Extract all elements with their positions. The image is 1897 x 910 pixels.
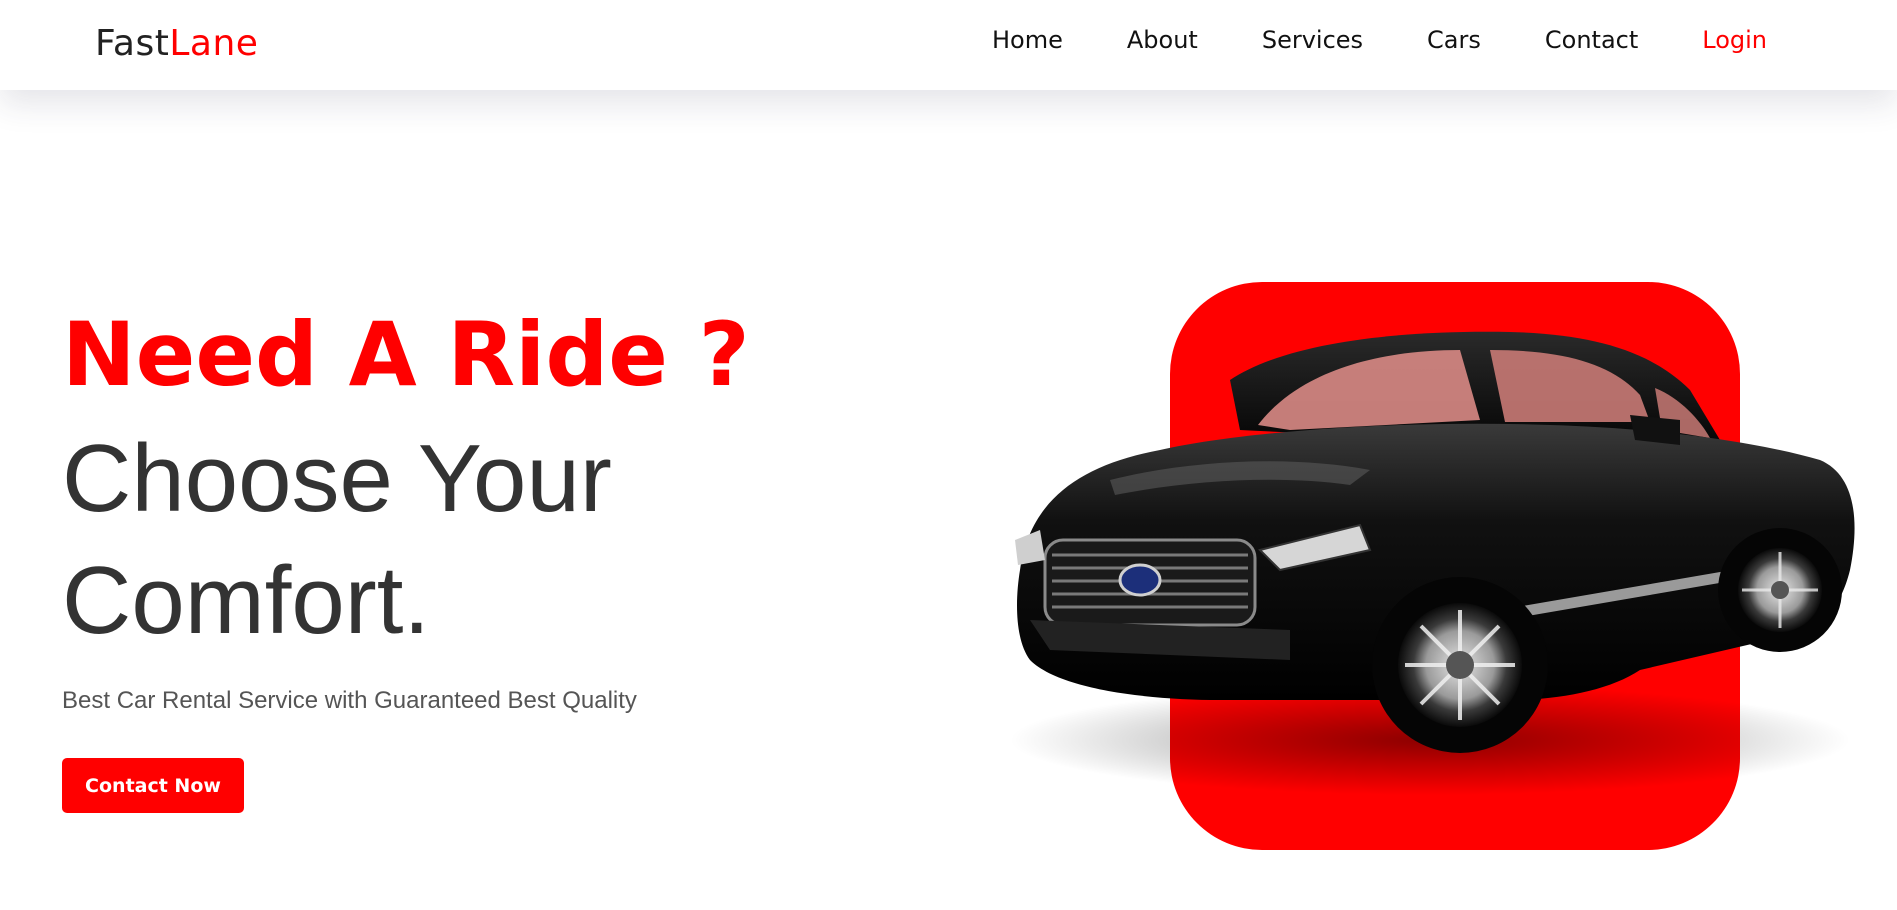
brand-name-accent: Lane [169, 23, 259, 64]
hero-headline-line-1: Choose Your [62, 425, 612, 532]
nav-link-home[interactable]: Home [992, 26, 1063, 54]
hero-section: Need A Ride ? Choose Your Comfort. Best … [62, 300, 882, 813]
hero-subheading: Best Car Rental Service with Guaranteed … [62, 687, 637, 714]
nav-link-contact[interactable]: Contact [1545, 26, 1638, 54]
navbar: FastLane Home About Services Cars Contac… [0, 0, 1897, 90]
main-navigation: Home About Services Cars Contact Login [928, 0, 1767, 80]
nav-link-services[interactable]: Services [1262, 26, 1363, 54]
nav-link-login[interactable]: Login [1702, 26, 1767, 54]
nav-link-about[interactable]: About [1127, 26, 1198, 54]
brand-logo[interactable]: FastLane [95, 22, 258, 66]
contact-now-button[interactable]: Contact Now [62, 758, 244, 813]
hero-headline-line-2: Comfort. [62, 547, 431, 654]
hero-visual [990, 270, 1870, 870]
hero-headline: Choose Your Comfort. [62, 418, 882, 662]
nav-link-cars[interactable]: Cars [1427, 26, 1481, 54]
brand-name-main: Fast [95, 23, 170, 64]
car-image [1010, 331, 1855, 795]
hero-tagline: Need A Ride ? [62, 303, 750, 406]
